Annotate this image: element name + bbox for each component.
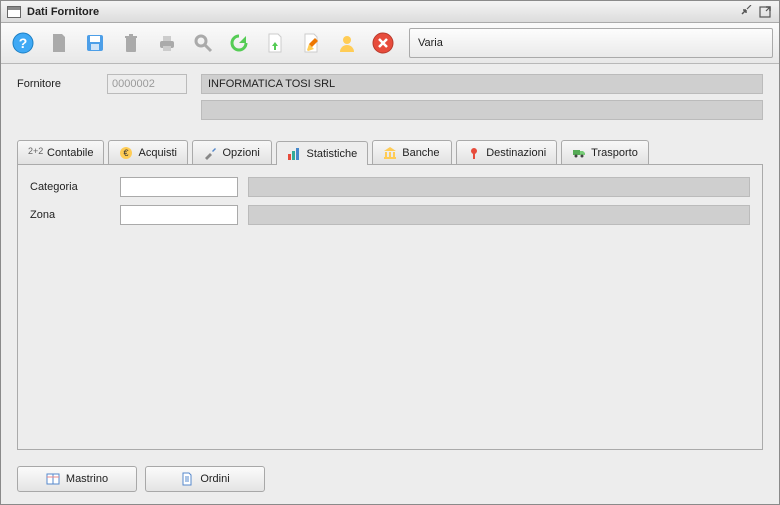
- tab-contabile[interactable]: 2+2 Contabile: [17, 140, 104, 164]
- mode-label: Varia: [418, 37, 443, 49]
- refresh-button[interactable]: [223, 27, 255, 59]
- tab-banche[interactable]: Banche: [372, 140, 452, 164]
- bank-icon: [383, 146, 397, 160]
- tab-opzioni[interactable]: Opzioni: [192, 140, 272, 164]
- zona-input[interactable]: [120, 205, 238, 225]
- window-title: Dati Fornitore: [27, 6, 99, 18]
- delete-button[interactable]: [115, 27, 147, 59]
- doc-icon: [180, 472, 194, 486]
- tab-statistiche[interactable]: Statistiche: [276, 141, 368, 165]
- window-icon: [7, 6, 21, 18]
- svg-text:?: ?: [19, 35, 28, 51]
- euro-icon: €: [119, 146, 133, 160]
- footer: Mastrino Ordini: [1, 458, 779, 504]
- fornitore-label: Fornitore: [17, 78, 107, 90]
- save-button[interactable]: [79, 27, 111, 59]
- toolbar: ? Varia: [1, 23, 779, 64]
- titlebar: Dati Fornitore: [1, 1, 779, 23]
- tab-panel-statistiche: Categoria Zona: [17, 164, 763, 450]
- fornitore-line2: [201, 100, 763, 120]
- content: Fornitore 2+2 Contabile € Acquisti Opzio…: [1, 64, 779, 458]
- zona-desc: [248, 205, 750, 225]
- window: Dati Fornitore ?: [0, 0, 780, 505]
- print-button[interactable]: [151, 27, 183, 59]
- ledger-icon: [46, 472, 60, 486]
- truck-icon: [572, 146, 586, 160]
- chart-icon: [287, 147, 301, 161]
- categoria-label: Categoria: [30, 181, 110, 193]
- fornitore-name: [201, 74, 763, 94]
- tab-acquisti[interactable]: € Acquisti: [108, 140, 188, 164]
- zona-label: Zona: [30, 209, 110, 221]
- mastrino-button[interactable]: Mastrino: [17, 466, 137, 492]
- categoria-input[interactable]: [120, 177, 238, 197]
- help-button[interactable]: ?: [7, 27, 39, 59]
- maximize-icon[interactable]: [757, 4, 773, 20]
- mode-display: Varia: [409, 28, 773, 58]
- pin-icon: [467, 146, 481, 160]
- categoria-desc: [248, 177, 750, 197]
- ordini-button[interactable]: Ordini: [145, 466, 265, 492]
- user-button[interactable]: [331, 27, 363, 59]
- tools-icon: [203, 146, 217, 160]
- tab-destinazioni[interactable]: Destinazioni: [456, 140, 557, 164]
- edit-doc-button[interactable]: [295, 27, 327, 59]
- calc-icon: 2+2: [28, 146, 42, 160]
- search-button[interactable]: [187, 27, 219, 59]
- export-button[interactable]: [259, 27, 291, 59]
- tab-trasporto[interactable]: Trasporto: [561, 140, 649, 164]
- close-button[interactable]: [367, 27, 399, 59]
- new-button[interactable]: [43, 27, 75, 59]
- restore-icon[interactable]: [739, 4, 755, 20]
- tab-bar: 2+2 Contabile € Acquisti Opzioni Statist…: [17, 140, 763, 164]
- svg-text:€: €: [124, 148, 129, 158]
- fornitore-code: [107, 74, 187, 94]
